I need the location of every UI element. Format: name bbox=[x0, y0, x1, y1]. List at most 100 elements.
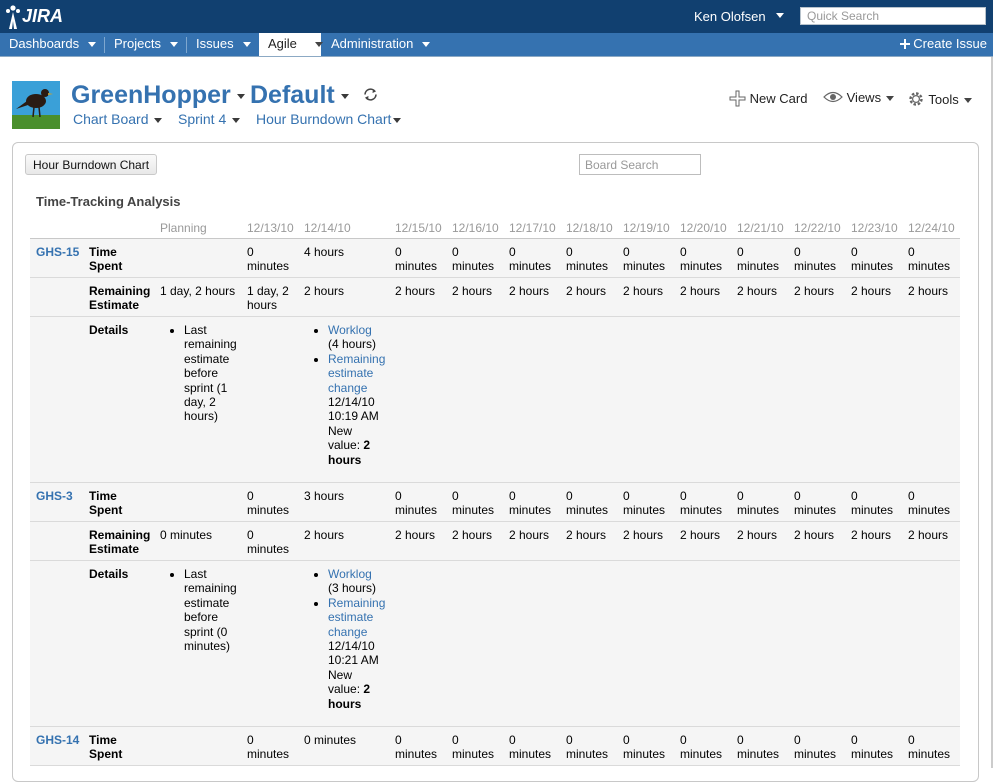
link-line[interactable]: Remaining bbox=[328, 596, 393, 610]
issue-key-link[interactable]: GHS-14 bbox=[36, 733, 79, 747]
row-label-line: Time bbox=[89, 245, 117, 259]
views-menu[interactable]: Views bbox=[823, 90, 895, 105]
table-cell: 0 minutes bbox=[509, 245, 551, 274]
cell-line: 0 bbox=[680, 489, 687, 503]
jira-wordmark[interactable]: JIRA bbox=[22, 6, 63, 27]
refresh-icon[interactable] bbox=[362, 86, 379, 103]
chart-board-menu[interactable]: Chart Board bbox=[73, 111, 163, 127]
nav-dashboards[interactable]: Dashboards bbox=[0, 33, 97, 56]
link-line[interactable]: estimate bbox=[328, 610, 393, 624]
chart-board-label[interactable]: Chart Board bbox=[73, 111, 148, 127]
cell-line: minutes bbox=[623, 747, 666, 762]
cell-line: minutes bbox=[794, 259, 837, 274]
detail-line: New bbox=[328, 667, 353, 682]
issue-key-link[interactable]: GHS-15 bbox=[36, 245, 79, 259]
column-header: 12/16/10 bbox=[452, 221, 499, 235]
cell-line: minutes bbox=[794, 747, 837, 762]
chevron-down-icon[interactable] bbox=[232, 117, 241, 123]
nav-projects[interactable]: Projects bbox=[105, 33, 178, 56]
table-cell: 2 hours bbox=[851, 528, 892, 542]
remaining-estimate-change-link[interactable]: Remainingestimatechange bbox=[328, 352, 393, 395]
board-search-input[interactable]: Board Search bbox=[579, 154, 701, 175]
chart-type-menu[interactable]: Hour Burndown Chart bbox=[256, 111, 402, 127]
quick-search-input[interactable]: Quick Search bbox=[800, 7, 986, 25]
day-detail: Worklog(4 hours) Remainingestimatechange… bbox=[313, 323, 393, 467]
hour-burndown-button[interactable]: Hour Burndown Chart bbox=[25, 154, 158, 175]
user-menu[interactable]: Ken Olofsen bbox=[694, 9, 766, 24]
board-title[interactable]: Default bbox=[250, 81, 349, 110]
worklog-link[interactable]: Worklog bbox=[328, 567, 372, 581]
table-cell: 2 hours bbox=[908, 528, 949, 542]
table-row: Remaining Estimate 0 minutes 0 minutes 2 h… bbox=[30, 522, 960, 561]
chevron-down-icon[interactable] bbox=[886, 96, 895, 102]
chevron-down-icon[interactable] bbox=[242, 42, 251, 48]
table-cell: 1 day, 2 hours bbox=[160, 284, 236, 298]
nav-issues-label[interactable]: Issues bbox=[196, 36, 234, 51]
tools-label[interactable]: Tools bbox=[928, 92, 958, 107]
nav-agile[interactable]: Agile bbox=[259, 33, 323, 56]
chevron-down-icon[interactable] bbox=[422, 42, 431, 48]
table-cell: 0 minutes bbox=[247, 733, 289, 762]
detail-line: Last bbox=[184, 567, 207, 581]
project-title-text[interactable]: GreenHopper bbox=[71, 81, 231, 109]
link-line[interactable]: change bbox=[328, 381, 393, 395]
worklog-link[interactable]: Worklog bbox=[328, 323, 372, 337]
row-label-line: Remaining bbox=[89, 528, 151, 542]
create-issue-button[interactable]: Create Issue bbox=[900, 33, 987, 55]
column-header: 12/21/10 bbox=[737, 221, 784, 235]
chevron-down-icon[interactable] bbox=[236, 93, 245, 99]
views-label[interactable]: Views bbox=[847, 90, 881, 105]
chevron-down-icon[interactable] bbox=[169, 42, 178, 48]
nav-administration[interactable]: Administration bbox=[322, 33, 431, 56]
user-chevron-down-icon[interactable] bbox=[776, 13, 784, 18]
new-card-button[interactable]: New Card bbox=[729, 90, 807, 107]
table-row: GHS-14 Time Spent 0 minutes 0 minutes 0 min… bbox=[30, 727, 960, 766]
table-cell: 0 minutes bbox=[395, 245, 437, 274]
table-cell: 0 minutes bbox=[452, 489, 494, 518]
row-label-line: Estimate bbox=[89, 298, 140, 313]
chevron-down-icon[interactable] bbox=[88, 42, 97, 48]
issue-key-link[interactable]: GHS-3 bbox=[36, 489, 73, 503]
chevron-down-icon[interactable] bbox=[340, 93, 349, 99]
list-item: Lastremainingestimatebeforesprint (0minu… bbox=[184, 567, 249, 653]
cell-line: 0 bbox=[908, 489, 915, 503]
cell-line: minutes bbox=[395, 259, 438, 274]
cell-line: minutes bbox=[566, 747, 609, 762]
nav-issues[interactable]: Issues bbox=[187, 33, 251, 56]
sprint-menu[interactable]: Sprint 4 bbox=[178, 111, 241, 127]
table-cell: 0 minutes bbox=[623, 733, 665, 762]
nav-dashboards-label[interactable]: Dashboards bbox=[9, 36, 79, 51]
project-title[interactable]: GreenHopper bbox=[71, 81, 245, 110]
cell-line: 0 bbox=[794, 733, 801, 747]
table-row: Details Lastremainingestimatebeforesprin… bbox=[30, 317, 960, 483]
table-cell: 2 hours bbox=[794, 284, 835, 298]
column-header: 12/14/10 bbox=[304, 221, 351, 235]
nav-administration-label[interactable]: Administration bbox=[331, 36, 413, 51]
detail-line: hours) bbox=[184, 409, 219, 424]
table-cell: 2 hours bbox=[509, 528, 550, 542]
chevron-down-icon[interactable] bbox=[963, 98, 972, 104]
nav-projects-label[interactable]: Projects bbox=[114, 36, 161, 51]
table-cell: 0 minutes bbox=[794, 733, 836, 762]
detail-line: value: bbox=[328, 682, 361, 697]
table-cell: 0 minutes bbox=[794, 489, 836, 518]
chart-type-label[interactable]: Hour Burndown Chart bbox=[256, 111, 391, 127]
cell-line: minutes bbox=[737, 259, 780, 274]
link-line[interactable]: change bbox=[328, 625, 393, 639]
chevron-down-icon[interactable] bbox=[393, 117, 402, 123]
create-issue-label[interactable]: Create Issue bbox=[913, 36, 987, 51]
new-card-label[interactable]: New Card bbox=[750, 91, 808, 106]
sprint-label[interactable]: Sprint 4 bbox=[178, 111, 226, 127]
link-line[interactable]: estimate bbox=[328, 366, 393, 380]
board-title-text[interactable]: Default bbox=[250, 81, 335, 109]
column-header: 12/22/10 bbox=[794, 221, 841, 235]
remaining-estimate-change-link[interactable]: Remainingestimatechange bbox=[328, 596, 393, 639]
chevron-down-icon[interactable] bbox=[154, 117, 163, 123]
cell-line: 0 bbox=[395, 245, 402, 259]
nav-agile-label[interactable]: Agile bbox=[268, 36, 297, 51]
cell-line: minutes bbox=[452, 259, 495, 274]
tools-menu[interactable]: Tools bbox=[907, 90, 972, 108]
table-cell: 0 minutes bbox=[395, 733, 437, 762]
table-cell: 3 hours bbox=[304, 489, 345, 503]
link-line[interactable]: Remaining bbox=[328, 352, 393, 366]
